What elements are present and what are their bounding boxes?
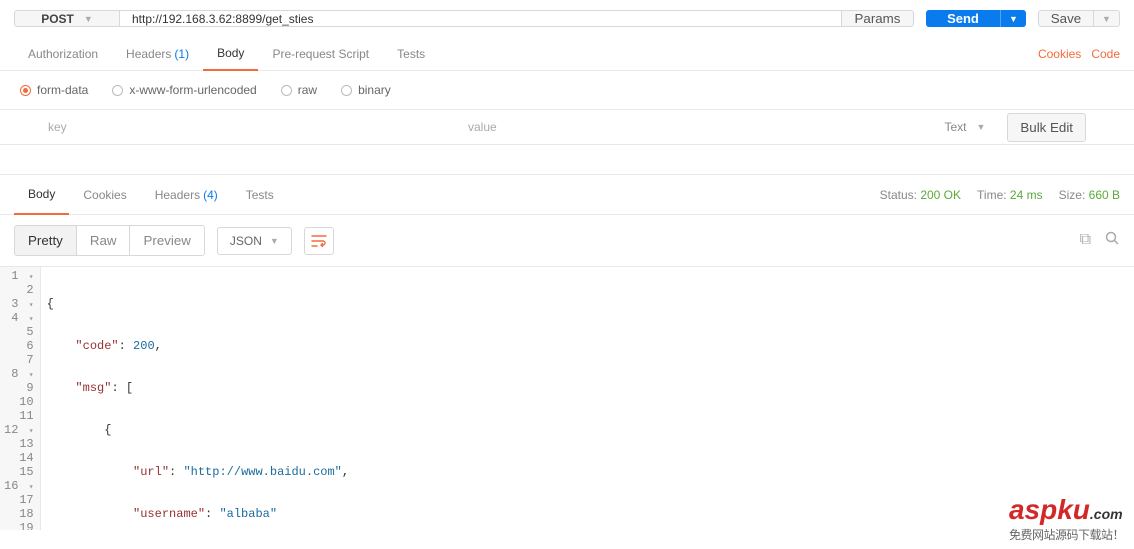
radio-binary[interactable]: binary [341,83,391,97]
time-value: 24 ms [1010,188,1043,202]
line-gutter: 1 ▾ 2 3 ▾ 4 ▾ 5 6 7 8 ▾ 9 10 11 12 ▾ 13 … [0,267,41,530]
send-button[interactable]: Send [926,10,1000,27]
wrap-lines-button[interactable] [304,227,334,255]
status-value: 200 OK [920,188,961,202]
params-button[interactable]: Params [842,10,914,27]
size-label: Size: [1059,188,1086,202]
save-dropdown-button[interactable]: ▼ [1094,10,1120,27]
format-label: JSON [230,234,262,248]
radio-icon [281,85,292,96]
response-toolbar: Pretty Raw Preview JSON ▼ ⧉ [0,215,1134,266]
chevron-down-icon: ▼ [1102,14,1111,24]
watermark-subtitle: 免费网站源码下载站！ [1009,526,1124,543]
http-method-select[interactable]: POST ▼ [14,10,120,27]
radio-icon [341,85,352,96]
status-label: Status: [880,188,917,202]
kv-spacer [0,145,1134,175]
resp-tab-headers-label: Headers [155,188,200,202]
copy-button[interactable]: ⧉ [1080,231,1091,251]
tab-body[interactable]: Body [203,37,258,71]
chevron-down-icon: ▼ [270,236,279,246]
body-type-selector: form-data x-www-form-urlencoded raw bina… [0,71,1134,109]
kv-type-label: Text [944,120,966,134]
tab-authorization[interactable]: Authorization [14,37,112,71]
radio-binary-label: binary [358,83,391,97]
tab-headers-label: Headers [126,47,171,61]
format-select[interactable]: JSON ▼ [217,227,292,255]
code-token: "http://www.baidu.com" [183,465,341,479]
watermark: aspku.com 免费网站源码下载站！ [1009,494,1124,543]
send-group: Send ▼ [926,10,1026,27]
save-button[interactable]: Save [1038,10,1094,27]
resp-tab-headers[interactable]: Headers (4) [141,175,232,215]
send-dropdown-button[interactable]: ▼ [1000,10,1026,27]
resp-tab-body[interactable]: Body [14,175,69,215]
code-token: { [47,297,54,311]
status-block: Status: 200 OK [880,188,961,202]
tabs-right-links: Cookies Code [1038,47,1120,61]
kv-header-row: key value Text ▼ Bulk Edit [0,109,1134,145]
code-link[interactable]: Code [1091,47,1120,61]
radio-raw-label: raw [298,83,317,97]
chevron-down-icon: ▼ [84,14,93,24]
size-value: 660 B [1089,188,1120,202]
watermark-brand: aspku [1009,494,1090,525]
response-status-info: Status: 200 OK Time: 24 ms Size: 660 B [880,188,1120,202]
tab-headers-count: (1) [174,47,189,61]
response-toolbar-right: ⧉ [1080,231,1120,251]
size-block: Size: 660 B [1059,188,1120,202]
url-input[interactable] [120,10,842,27]
code-token: "username" [133,507,205,521]
radio-icon [112,85,123,96]
time-block: Time: 24 ms [977,188,1043,202]
request-tabs: Authorization Headers (1) Body Pre-reque… [0,37,1134,71]
kv-key-input[interactable]: key [48,120,468,134]
request-bar: POST ▼ Params Send ▼ Save ▼ [0,0,1134,37]
tab-tests[interactable]: Tests [383,37,439,71]
view-pretty-button[interactable]: Pretty [15,226,77,255]
code-token: "albaba" [219,507,277,521]
radio-urlencoded[interactable]: x-www-form-urlencoded [112,83,256,97]
radio-form-data[interactable]: form-data [20,83,88,97]
http-method-label: POST [41,12,74,26]
resp-tab-cookies[interactable]: Cookies [69,175,140,215]
resp-tab-tests[interactable]: Tests [232,175,288,215]
kv-value-input[interactable]: value [468,120,944,134]
code-content[interactable]: { "code": 200, "msg": [ { "url": "http:/… [41,267,355,530]
wrap-icon [311,235,327,247]
response-tabs: Body Cookies Headers (4) Tests Status: 2… [0,175,1134,215]
search-button[interactable] [1105,231,1120,251]
radio-form-data-label: form-data [37,83,88,97]
view-raw-button[interactable]: Raw [77,226,131,255]
save-group: Save ▼ [1038,10,1120,27]
code-token: "code" [75,339,118,353]
view-preview-button[interactable]: Preview [130,226,203,255]
radio-urlencoded-label: x-www-form-urlencoded [129,83,256,97]
chevron-down-icon: ▼ [976,122,985,132]
resp-tab-headers-count: (4) [203,188,218,202]
time-label: Time: [977,188,1007,202]
radio-icon [20,85,31,96]
search-icon [1105,231,1120,246]
tab-headers[interactable]: Headers (1) [112,37,203,71]
view-mode-group: Pretty Raw Preview [14,225,205,256]
response-body: 1 ▾ 2 3 ▾ 4 ▾ 5 6 7 8 ▾ 9 10 11 12 ▾ 13 … [0,266,1134,530]
code-token: 200 [133,339,155,353]
radio-raw[interactable]: raw [281,83,317,97]
code-token: "url" [133,465,169,479]
code-token: "msg" [75,381,111,395]
bulk-edit-button[interactable]: Bulk Edit [1007,113,1086,142]
chevron-down-icon: ▼ [1009,14,1018,24]
kv-type-select[interactable]: Text ▼ [944,120,985,134]
cookies-link[interactable]: Cookies [1038,47,1081,61]
tab-prerequest[interactable]: Pre-request Script [258,37,383,71]
watermark-tld: .com [1090,506,1123,522]
